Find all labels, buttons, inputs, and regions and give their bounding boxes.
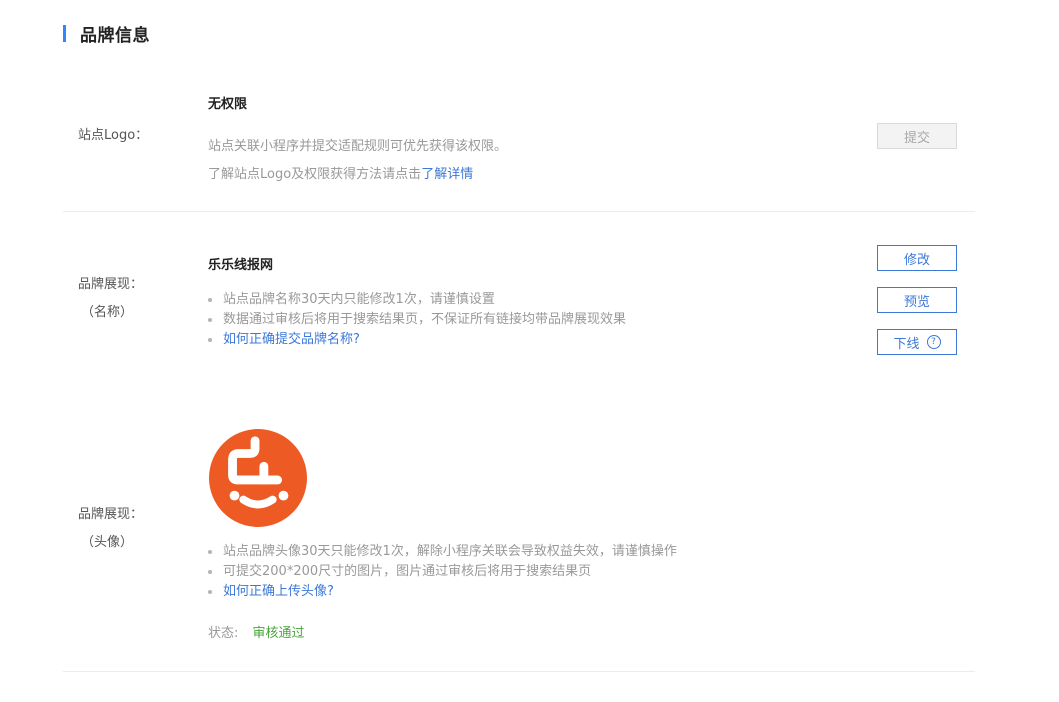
list-item: 如何正确提交品牌名称?: [208, 330, 626, 350]
modify-button[interactable]: 修改: [877, 245, 957, 271]
row-divider: [63, 671, 975, 672]
list-item: 站点品牌头像30天只能修改1次，解除小程序关联会导致权益失效，请谨慎操作: [208, 542, 677, 562]
offline-button-label: 下线: [893, 336, 920, 352]
logo-row-title: 无权限: [208, 97, 248, 112]
avatar-help-link[interactable]: 如何正确上传头像?: [223, 584, 334, 599]
status-badge: 审核通过: [252, 626, 305, 641]
section-title: 品牌信息: [80, 25, 150, 46]
learn-more-link[interactable]: 了解详情: [421, 167, 473, 182]
brand-name-row-label: 品牌展现： （名称）: [78, 271, 143, 327]
brand-avatar-logo: [209, 429, 307, 527]
status-label: 状态:: [208, 626, 239, 641]
brand-name-help-link[interactable]: 如何正确提交品牌名称?: [223, 332, 360, 347]
question-circle-icon[interactable]: ?: [926, 335, 941, 349]
brand-name-label-line2: （名称）: [81, 305, 134, 320]
review-status: 状态: 审核通过: [208, 622, 305, 641]
preview-button[interactable]: 预览: [877, 287, 957, 313]
list-item: 可提交200*200尺寸的图片，图片通过审核后将用于搜索结果页: [208, 562, 677, 582]
section-accent-bar: [63, 24, 66, 42]
brand-name-label-line1: 品牌展现：: [78, 277, 144, 292]
brand-avatar-row-label: 品牌展现： （头像）: [78, 501, 143, 557]
list-item: 如何正确上传头像?: [208, 582, 677, 602]
brand-avatar-notes: 站点品牌头像30天只能修改1次，解除小程序关联会导致权益失效，请谨慎操作 可提交…: [208, 542, 677, 602]
section-header: 品牌信息: [63, 22, 150, 46]
list-item: 数据通过审核后将用于搜索结果页，不保证所有链接均带品牌展现效果: [208, 310, 626, 330]
logo-row-label: 站点Logo：: [78, 128, 149, 143]
brand-name-value: 乐乐线报网: [208, 258, 274, 273]
brand-avatar-label-line2: （头像）: [81, 535, 134, 550]
brand-name-notes: 站点品牌名称30天内只能修改1次，请谨慎设置 数据通过审核后将用于搜索结果页，不…: [208, 290, 626, 350]
offline-button[interactable]: 下线 ?: [877, 329, 957, 355]
submit-logo-button[interactable]: 提交: [877, 123, 957, 149]
row-divider: [63, 211, 975, 212]
logo-row-details-line: 了解站点Logo及权限获得方法请点击了解详情: [208, 163, 473, 182]
list-item: 站点品牌名称30天内只能修改1次，请谨慎设置: [208, 290, 626, 310]
brand-avatar-label-line1: 品牌展现：: [78, 507, 144, 522]
logo-row-description: 站点关联小程序并提交适配规则可优先获得该权限。: [208, 139, 508, 154]
logo-row-details-prefix: 了解站点Logo及权限获得方法请点击: [208, 167, 422, 182]
